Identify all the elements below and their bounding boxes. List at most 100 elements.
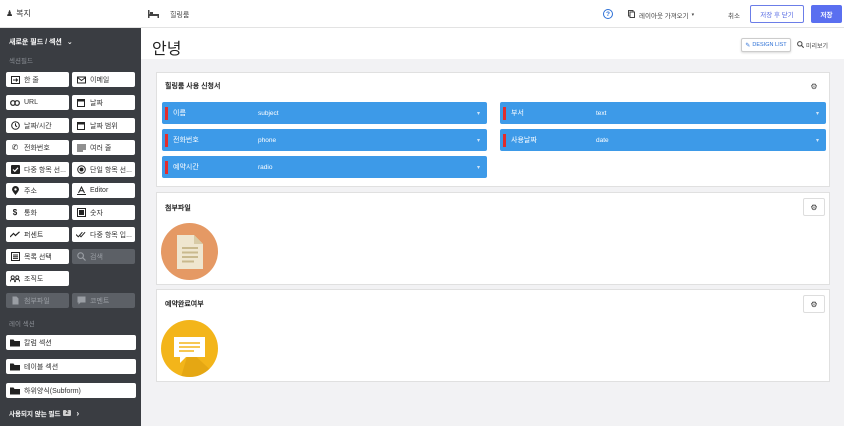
field-label: 다중 항목 선... [24,166,66,174]
field-org-chart[interactable]: 조직도 [6,271,69,286]
folder-icon [10,387,20,395]
save-button[interactable]: 저장 [811,5,842,23]
field-url[interactable]: URL [6,95,69,110]
bed-icon[interactable] [147,8,159,20]
field-type: subject [258,109,279,117]
app-name: 복지 [16,9,31,18]
form-field-reservation-time[interactable]: 예약시간 radio ▾ [162,156,487,178]
field-radio[interactable]: 단일 항목 선... [72,162,135,177]
preview-label: 미리보기 [806,44,829,50]
field-type: text [596,109,607,117]
field-date-range[interactable]: 날짜 범위 [72,118,135,133]
form-field-name[interactable]: 이름 subject ▾ [162,102,487,124]
cancel-button[interactable]: 취소 [728,10,740,20]
dollar-icon: $ [12,208,18,217]
field-label: 조직도 [24,275,44,283]
design-list-button[interactable]: ✎ DESIGN LIST [741,38,791,52]
unused-fields-toggle[interactable]: 사용되지 않는 필드 2 › [9,408,80,419]
field-list-select[interactable]: 목록 선택 [6,249,69,264]
preview-button[interactable]: 미리보기 [797,41,828,50]
field-attachment: 첨부파일 [6,293,69,308]
help-icon[interactable]: ? [603,9,613,19]
attachment-section-card[interactable]: 첨부파일 ⚙ [156,192,830,285]
field-percent[interactable]: 퍼센트 [6,227,69,242]
chevron-down-icon: ▾ [476,164,480,171]
field-address[interactable]: 주소 [6,183,69,198]
people-icon: ♟ [6,9,14,18]
page-header: 안녕 ✎ DESIGN LIST 미리보기 [141,29,844,59]
subform-section-button[interactable]: 하위양식(Subform) [6,383,136,398]
field-label: 사용날짜 [511,137,537,144]
calendar-range-icon [76,121,86,130]
form-field-phone[interactable]: 전화번호 phone ▾ [162,129,487,151]
field-checkbox[interactable]: 다중 항목 선... [6,162,69,177]
radio-icon [76,165,86,174]
field-datetime[interactable]: 날짜/시간 [6,118,69,133]
gear-icon[interactable]: ⚙ [810,82,818,91]
section-field-label: 섹션필드 [9,58,33,65]
field-type: phone [258,136,277,144]
field-label: 이름 [173,110,186,117]
field-label: 이메일 [90,76,110,84]
form-section-card[interactable]: 힐링룸 사용 신청서 ⚙ 이름 subject ▾ 부서 text ▾ 전화번호… [156,72,830,187]
field-label: 날짜/시간 [24,122,52,130]
table-section-button[interactable]: 테이블 섹션 [6,359,136,374]
document-icon [161,223,218,280]
field-label: 다중 항목 입... [90,231,132,239]
chevron-right-icon: › [76,408,80,418]
field-label: 날짜 [90,99,103,107]
field-label: 전화번호 [24,144,50,152]
section-title: 첨부파일 [165,205,191,212]
field-number[interactable]: 숫자 [72,205,135,220]
single-line-icon [10,75,20,84]
layout-import-label: 레이아웃 가져오기 [639,13,689,20]
new-field-section-label: 새로운 필드 / 섹션 [9,39,62,46]
comment-icon [76,296,86,305]
unused-fields-label: 사용되지 않는 필드 [9,411,61,418]
form-field-department[interactable]: 부서 text ▾ [500,102,826,124]
sidebar-header[interactable]: ♟ 복지 [0,0,141,28]
field-email[interactable]: 이메일 [72,72,135,87]
field-label: 한 줄 [24,76,39,84]
field-multi-input[interactable]: 다중 항목 입... [72,227,135,242]
sidebar: ♟ 복지 새로운 필드 / 섹션 ⌄ 섹션필드 한 줄 이메일 URL 날짜 날… [0,0,141,426]
attachment-icon [10,296,20,305]
column-section-button[interactable]: 칼럼 섹션 [6,335,136,350]
field-search: 검색 [72,249,135,264]
chevron-down-icon: ▾ [815,110,819,117]
link-icon [10,99,20,106]
field-date[interactable]: 날짜 [72,95,135,110]
folder-icon [10,363,20,371]
email-icon [76,76,86,84]
chevron-down-icon: ▾ [815,137,819,144]
field-currency[interactable]: $ 통화 [6,205,69,220]
main-canvas: 안녕 ✎ DESIGN LIST 미리보기 힐링룸 사용 신청서 ⚙ 이름 su… [141,29,844,426]
required-marker [503,133,506,147]
gear-icon[interactable]: ⚙ [803,198,825,216]
required-marker [165,106,168,120]
new-field-section-toggle[interactable]: 새로운 필드 / 섹션 ⌄ [9,37,73,47]
field-label: 검색 [90,253,103,261]
layout-section-label: 레이 섹션 [9,321,35,328]
field-label: 단일 항목 선... [90,166,132,174]
field-type: date [596,136,609,144]
top-bar: 힐링룸 ? 레이아웃 가져오기 ▾ 취소 저장 후 닫기 저장 [141,0,844,28]
reservation-section-card[interactable]: 예약완료여부 ⚙ [156,289,830,382]
save-and-close-button[interactable]: 저장 후 닫기 [750,5,804,23]
number-icon [76,208,86,217]
clock-icon [10,121,20,130]
section-title-input[interactable] [202,199,262,213]
field-editor[interactable]: Editor [72,183,135,198]
field-phone[interactable]: ✆ 전화번호 [6,140,69,155]
chevron-down-icon: ▾ [476,137,480,144]
form-field-use-date[interactable]: 사용날짜 date ▾ [500,129,826,151]
field-single-line[interactable]: 한 줄 [6,72,69,87]
layout-import-dropdown[interactable]: 레이아웃 가져오기 ▾ [628,10,694,20]
field-label: 통화 [24,209,37,217]
section-title: 힐링룸 사용 신청서 [165,83,221,90]
chevron-down-icon: ⌄ [66,39,73,46]
field-multi-line[interactable]: 여러 줄 [72,140,135,155]
field-label: 날짜 범위 [90,122,118,130]
field-label: 첨부파일 [24,297,50,305]
gear-icon[interactable]: ⚙ [803,295,825,313]
